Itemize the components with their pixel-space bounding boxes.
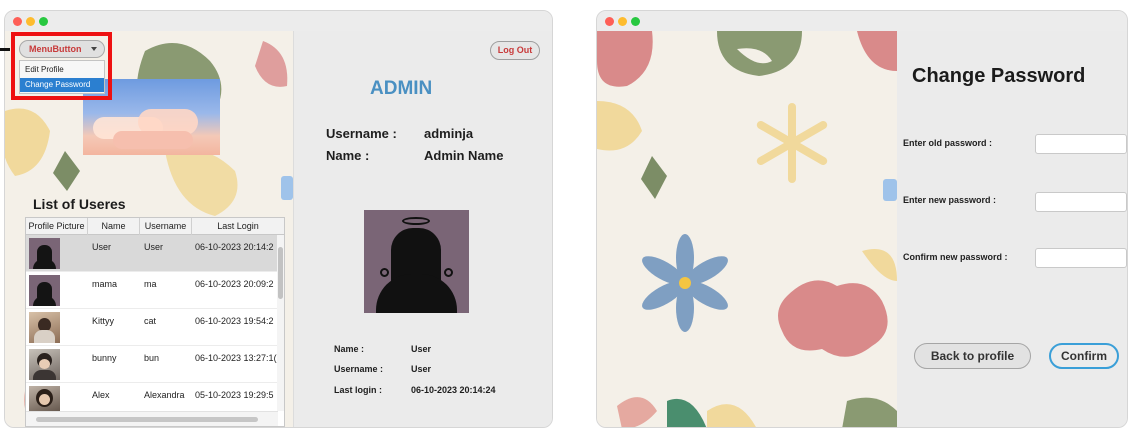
row-name: bunny	[92, 353, 117, 363]
back-to-profile-label: Back to profile	[930, 349, 1015, 363]
logout-button[interactable]: Log Out	[490, 41, 540, 60]
table-horizontal-scrollbar[interactable]	[26, 411, 278, 426]
row-username: Alexandra	[144, 390, 185, 400]
row-last-login: 06-10-2023 13:27:1(	[195, 353, 277, 363]
table-row[interactable]: Alex Alexandra 05-10-2023 19:29:5	[26, 383, 278, 411]
change-password-form: Change Password Enter old password : Ent…	[897, 31, 1127, 427]
table-row[interactable]: Kittyy cat 06-10-2023 19:54:2	[26, 309, 278, 346]
selected-name-label: Name :	[334, 344, 365, 354]
back-to-profile-button[interactable]: Back to profile	[914, 343, 1031, 369]
selected-name-value: User	[411, 344, 432, 354]
confirm-password-input[interactable]	[1035, 248, 1127, 268]
row-username: ma	[144, 279, 157, 289]
table-row[interactable]: User User 06-10-2023 20:14:2	[26, 235, 278, 272]
old-password-input[interactable]	[1035, 134, 1127, 154]
profile-pane: Log Out ADMIN Username : adminja Name : …	[293, 31, 552, 427]
list-title: List of Useres	[33, 196, 126, 212]
selected-last-login-value: 06-10-2023 20:14:24	[411, 385, 496, 395]
selected-username-label: Username :	[334, 364, 384, 374]
new-password-input[interactable]	[1035, 192, 1127, 212]
decorative-shapes-right	[597, 31, 897, 427]
admin-window: List of Useres Profile Picture Name User…	[4, 10, 553, 428]
row-name: mama	[92, 279, 118, 289]
zoom-window-button[interactable]	[39, 17, 48, 26]
row-name: Alex	[92, 390, 110, 400]
profile-username-value: adminja	[424, 126, 474, 141]
decorative-pane	[597, 31, 897, 427]
change-password-window: Change Password Enter old password : Ent…	[596, 10, 1128, 428]
table-body: User User 06-10-2023 20:14:2 mama ma 06-…	[26, 235, 278, 411]
column-header-username[interactable]: Username	[140, 218, 192, 235]
confirm-button[interactable]: Confirm	[1049, 343, 1119, 369]
row-last-login: 06-10-2023 20:14:2	[195, 242, 274, 252]
profile-name-label: Name :	[326, 148, 370, 163]
user-avatar-thumbnail	[29, 275, 60, 306]
close-window-button[interactable]	[13, 17, 22, 26]
page-title: Change Password	[912, 65, 1086, 87]
highlight-box	[11, 32, 112, 100]
row-last-login: 06-10-2023 20:09:2	[195, 279, 274, 289]
window-titlebar	[5, 11, 552, 31]
old-password-label: Enter old password :	[903, 138, 993, 148]
row-last-login: 05-10-2023 19:29:5	[195, 390, 274, 400]
row-username: User	[144, 242, 164, 252]
table-header: Profile Picture Name Username Last Login	[26, 218, 284, 235]
confirm-password-label: Confirm new password :	[903, 252, 1008, 262]
user-avatar-thumbnail	[29, 386, 60, 411]
selected-last-login-label: Last login :	[334, 385, 382, 395]
new-password-label: Enter new password :	[903, 195, 997, 205]
row-last-login: 06-10-2023 19:54:2	[195, 316, 274, 326]
avatar	[364, 210, 469, 313]
selected-username-value: User	[411, 364, 432, 374]
user-list-pane: List of Useres Profile Picture Name User…	[5, 31, 293, 427]
column-header-profile-picture[interactable]: Profile Picture	[26, 218, 88, 235]
profile-name-value: Admin Name	[424, 148, 504, 163]
column-header-name[interactable]: Name	[88, 218, 140, 235]
table-row[interactable]: bunny bun 06-10-2023 13:27:1(	[26, 346, 278, 383]
close-window-button[interactable]	[605, 17, 614, 26]
confirm-label: Confirm	[1061, 349, 1107, 363]
user-avatar-thumbnail	[29, 238, 60, 269]
minimize-window-button[interactable]	[618, 17, 627, 26]
user-avatar-thumbnail	[29, 312, 60, 343]
table-row[interactable]: mama ma 06-10-2023 20:09:2	[26, 272, 278, 309]
column-header-last-login[interactable]: Last Login	[192, 218, 284, 235]
users-table: Profile Picture Name Username Last Login…	[25, 217, 285, 427]
zoom-window-button[interactable]	[631, 17, 640, 26]
minimize-window-button[interactable]	[26, 17, 35, 26]
annotation-arrow	[0, 48, 10, 51]
profile-username-label: Username :	[326, 126, 397, 141]
row-name: User	[92, 242, 112, 252]
row-username: cat	[144, 316, 157, 326]
row-username: bun	[144, 353, 160, 363]
user-avatar-thumbnail	[29, 349, 60, 380]
row-name: Kittyy	[92, 316, 115, 326]
table-vertical-scrollbar[interactable]	[277, 235, 284, 411]
logout-label: Log Out	[497, 45, 533, 55]
role-title: ADMIN	[370, 78, 433, 99]
window-titlebar	[597, 11, 1127, 31]
